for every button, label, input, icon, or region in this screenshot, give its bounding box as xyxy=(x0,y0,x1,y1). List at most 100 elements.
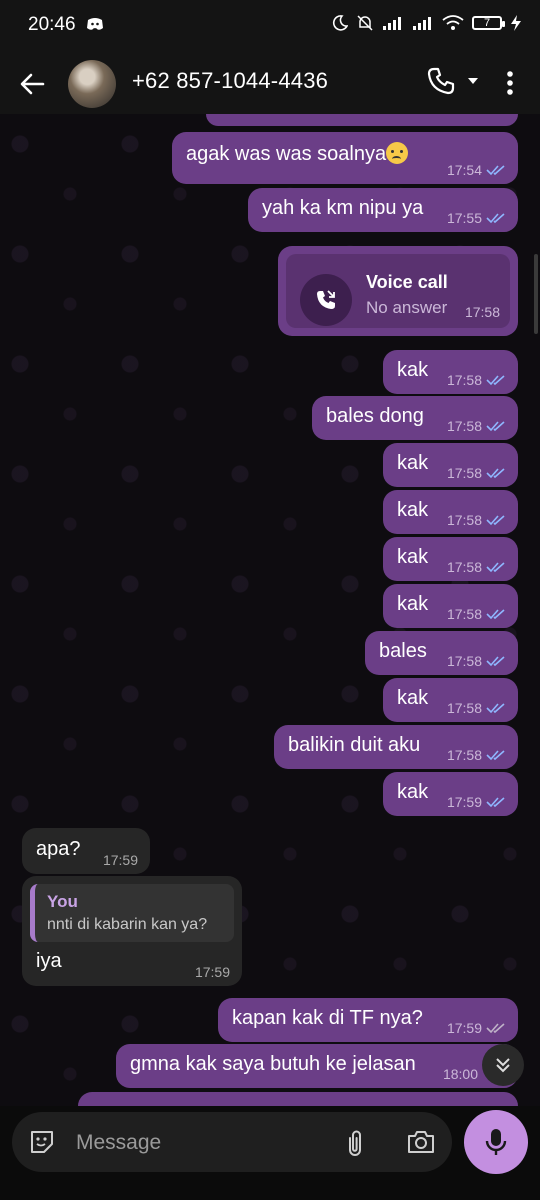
more-vert-icon[interactable] xyxy=(500,66,520,100)
quoted-message[interactable]: You nnti di kabarin kan ya? xyxy=(30,884,234,942)
message-bubble[interactable]: kak 17:58 xyxy=(383,584,518,628)
message-bubble[interactable]: kak 17:59 xyxy=(383,772,518,816)
battery-icon: 7 xyxy=(472,16,505,30)
message-text: iya xyxy=(36,950,62,972)
status-time: 20:46 xyxy=(28,14,76,35)
paperclip-icon[interactable] xyxy=(342,1128,368,1158)
moon-icon xyxy=(332,15,348,31)
message-time: 17:58 xyxy=(446,372,482,388)
read-ticks-icon xyxy=(486,562,505,573)
back-arrow-icon[interactable] xyxy=(16,68,48,100)
composer xyxy=(0,1106,540,1200)
message-time: 17:58 xyxy=(446,700,482,716)
message-time: 17:58 xyxy=(446,559,482,575)
message-time: 17:59 xyxy=(446,1020,482,1036)
microphone-icon xyxy=(485,1129,507,1155)
muted-bell-icon xyxy=(357,15,373,31)
quoted-text: nnti di kabarin kan ya? xyxy=(47,916,208,933)
voice-call-card[interactable]: Voice call No answer 17:58 xyxy=(278,246,518,336)
status-icons: 7 xyxy=(332,14,522,32)
read-ticks-icon xyxy=(486,375,505,386)
read-ticks-icon xyxy=(486,656,505,667)
message-text: balikin duit aku xyxy=(288,734,421,756)
message-text: bales xyxy=(379,640,427,662)
message-time: 17:59 xyxy=(102,852,138,868)
read-ticks-icon xyxy=(486,703,505,714)
message-bubble[interactable]: bales 17:58 xyxy=(365,631,518,675)
message-bubble[interactable]: kak 17:58 xyxy=(383,678,518,722)
read-ticks-icon xyxy=(486,165,505,176)
signal-icon xyxy=(383,17,401,30)
message-bubble[interactable]: yah ka km nipu ya 17:55 xyxy=(248,188,518,232)
discord-icon xyxy=(87,18,103,30)
read-ticks-icon xyxy=(486,797,505,808)
voice-record-button[interactable] xyxy=(464,1110,528,1174)
message-bubble-partial xyxy=(206,114,518,126)
read-ticks-icon xyxy=(486,213,505,224)
chevron-down-icon[interactable] xyxy=(466,74,480,88)
message-text: yah ka km nipu ya xyxy=(262,197,424,219)
message-bubble[interactable]: kak 17:58 xyxy=(383,443,518,487)
read-ticks-icon xyxy=(486,468,505,479)
charging-icon xyxy=(511,15,521,31)
message-time: 17:59 xyxy=(446,794,482,810)
message-time: 17:58 xyxy=(446,747,482,763)
message-text: kak xyxy=(397,593,429,615)
voice-call-time: 17:58 xyxy=(464,304,500,320)
camera-icon[interactable] xyxy=(406,1128,436,1156)
scrollbar[interactable] xyxy=(534,254,538,334)
message-time: 18:00 xyxy=(442,1066,478,1082)
message-bubble[interactable]: gmna kak saya butuh ke jelasan 18:00 xyxy=(116,1044,518,1088)
read-ticks-icon xyxy=(486,515,505,526)
message-bubble[interactable]: kapan kak di TF nya? 17:59 xyxy=(218,998,518,1042)
voice-call-inner: Voice call No answer 17:58 xyxy=(286,254,510,328)
message-text: kak xyxy=(397,452,429,474)
message-time: 17:55 xyxy=(446,210,482,226)
read-ticks-icon xyxy=(486,750,505,761)
voice-call-status: No answer xyxy=(366,298,448,317)
message-time: 17:58 xyxy=(446,512,482,528)
message-composer[interactable] xyxy=(12,1112,452,1172)
message-time: 17:54 xyxy=(446,162,482,178)
delivered-ticks-icon xyxy=(486,1023,505,1034)
message-bubble[interactable]: agak was was soalnya 17:54 xyxy=(172,132,518,184)
wifi-icon xyxy=(442,15,464,30)
message-text: kapan kak di TF nya? xyxy=(232,1007,423,1029)
message-input[interactable] xyxy=(74,1122,328,1164)
message-text: kak xyxy=(397,781,429,803)
message-text: kak xyxy=(397,499,429,521)
chat-area[interactable]: agak was was soalnya 17:54 yah ka km nip… xyxy=(0,114,540,1114)
quoted-author: You xyxy=(47,892,78,911)
message-bubble[interactable]: kak 17:58 xyxy=(383,350,518,394)
crying-face-icon xyxy=(386,142,409,164)
missed-call-icon xyxy=(300,274,352,326)
signal-icon-2 xyxy=(413,17,431,30)
message-bubble[interactable]: kak 17:58 xyxy=(383,490,518,534)
message-text: kak xyxy=(397,359,429,381)
message-text: gmna kak saya butuh ke jelasan xyxy=(130,1053,416,1075)
message-text: kak xyxy=(397,687,429,709)
message-text: apa? xyxy=(36,838,81,860)
phone-icon[interactable] xyxy=(426,66,456,96)
message-time: 17:58 xyxy=(446,606,482,622)
message-time: 17:58 xyxy=(446,418,482,434)
message-time: 17:58 xyxy=(446,465,482,481)
scroll-to-bottom-button[interactable] xyxy=(482,1044,524,1086)
message-text: bales dong xyxy=(326,405,424,427)
message-bubble-incoming-reply[interactable]: You nnti di kabarin kan ya? iya 17:59 xyxy=(22,876,242,986)
sticker-icon[interactable] xyxy=(28,1128,56,1156)
contact-name[interactable]: +62 857-1044-4436 xyxy=(132,68,328,94)
double-chevron-down-icon xyxy=(496,1058,510,1073)
avatar[interactable] xyxy=(68,60,116,108)
message-bubble[interactable]: kak 17:58 xyxy=(383,537,518,581)
battery-level: 7 xyxy=(483,17,491,29)
voice-call-title: Voice call xyxy=(366,272,448,292)
message-bubble-incoming[interactable]: apa? 17:59 xyxy=(22,828,150,874)
chat-header: +62 857-1044-4436 xyxy=(0,52,540,114)
message-bubble[interactable]: balikin duit aku 17:58 xyxy=(274,725,518,769)
message-time: 17:59 xyxy=(194,964,230,980)
message-bubble[interactable]: bales dong 17:58 xyxy=(312,396,518,440)
message-text: kak xyxy=(397,546,429,568)
message-text: agak was was soalnya xyxy=(186,143,387,165)
read-ticks-icon xyxy=(486,421,505,432)
